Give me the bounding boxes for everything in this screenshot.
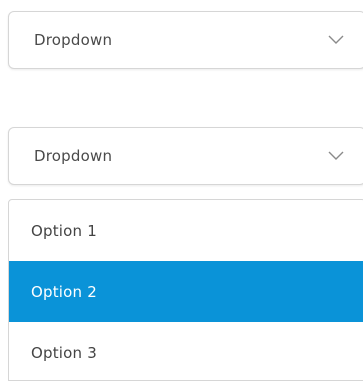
dropdown-option-3[interactable]: Option 3 <box>9 322 363 380</box>
dropdown-closed[interactable]: Dropdown <box>8 11 363 69</box>
dropdown-label: Dropdown <box>34 31 113 49</box>
dropdown-option-2[interactable]: Option 2 <box>9 261 363 322</box>
dropdown-menu: Option 1 Option 2 Option 3 <box>8 199 363 381</box>
dropdown-open[interactable]: Dropdown <box>8 127 363 185</box>
dropdown-label: Dropdown <box>34 147 113 165</box>
chevron-down-icon <box>328 151 344 160</box>
chevron-down-icon <box>328 35 344 44</box>
dropdown-option-1[interactable]: Option 1 <box>9 200 363 261</box>
